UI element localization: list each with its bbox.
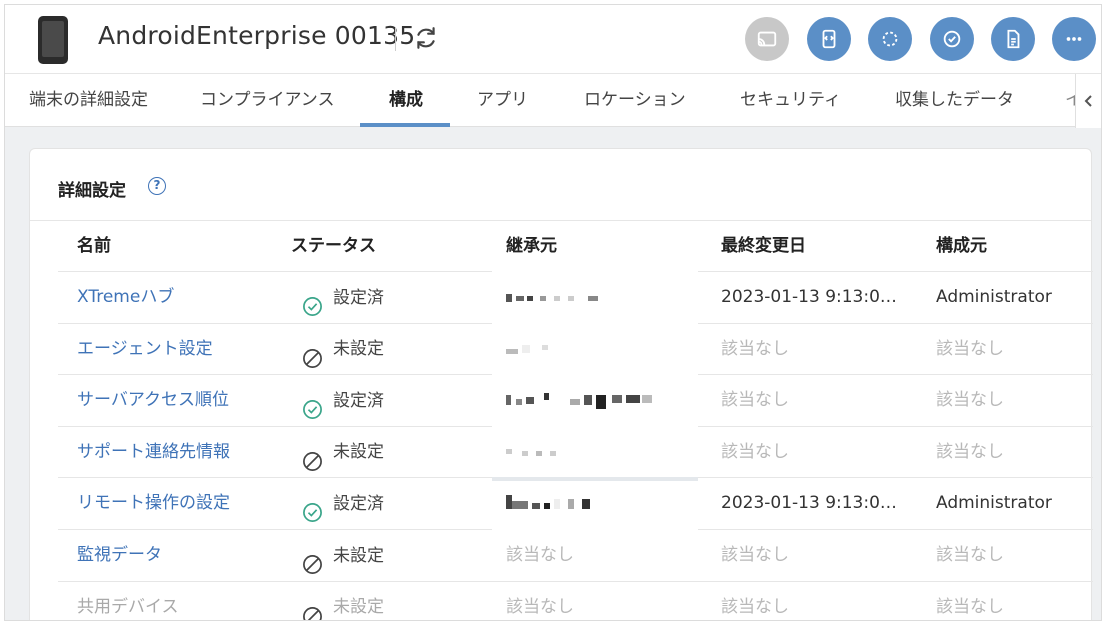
- status-label: 設定済: [333, 287, 384, 308]
- more-actions-button[interactable]: [1052, 17, 1096, 61]
- check-compliance-icon: [943, 30, 961, 48]
- device-header: AndroidEnterprise 00135: [5, 5, 1101, 73]
- prohibited-icon: [302, 545, 323, 574]
- modified-date: 2023-01-13 9:13:0…: [721, 287, 897, 307]
- modified-date: 該当なし: [721, 338, 789, 359]
- setting-name-link[interactable]: リモート操作の設定: [77, 478, 230, 529]
- modified-date: 該当なし: [721, 596, 789, 617]
- status-label: 未設定: [333, 597, 384, 618]
- cast-button[interactable]: [745, 17, 789, 61]
- inherit-value: 該当なし: [506, 596, 574, 617]
- status-label: 未設定: [333, 339, 384, 360]
- column-header-status[interactable]: ステータス: [291, 231, 376, 256]
- remote-control-icon: [822, 29, 836, 49]
- column-header-modified[interactable]: 最終変更日: [721, 231, 806, 256]
- card-title: 詳細設定: [58, 181, 126, 201]
- status-label: 未設定: [333, 442, 384, 463]
- tab-location[interactable]: ロケーション: [584, 74, 686, 128]
- tab-collected-data[interactable]: 収集したデータ: [895, 74, 1014, 128]
- status-cell: 設定済: [302, 375, 384, 426]
- setting-name-link[interactable]: 監視データ: [77, 530, 162, 581]
- refresh-icon[interactable]: [413, 25, 439, 51]
- check-circle-icon: [302, 390, 323, 420]
- tab-configuration[interactable]: 構成: [389, 74, 423, 128]
- prohibited-icon: [302, 339, 323, 368]
- app-frame: AndroidEnterprise 00135 端末の詳細設定 コンプライアンス…: [4, 4, 1102, 621]
- status-cell: 設定済: [302, 478, 384, 529]
- config-origin: 該当なし: [936, 596, 1004, 617]
- help-icon[interactable]: ?: [148, 177, 166, 195]
- device-name: AndroidEnterprise 00135: [98, 21, 416, 50]
- status-cell: 未設定: [302, 427, 384, 478]
- status-cell: 設定済: [302, 272, 384, 323]
- column-header-origin[interactable]: 構成元: [936, 231, 987, 256]
- more-icon: [1066, 37, 1082, 41]
- sync-icon: [882, 31, 898, 47]
- column-header-inherit[interactable]: 継承元: [506, 231, 557, 256]
- setting-name-link[interactable]: エージェント設定: [77, 324, 213, 375]
- tab-device-details[interactable]: 端末の詳細設定: [29, 74, 148, 128]
- compliance-check-button[interactable]: [930, 17, 974, 61]
- table-row[interactable]: 共用デバイス 未設定 該当なし 該当なし 該当なし: [58, 580, 1093, 620]
- config-origin: Administrator: [936, 287, 1052, 307]
- advanced-settings-card: 詳細設定 ? 名前 ステータス 継承元 最終変更日 構成元 XTremeハブ設定…: [29, 148, 1093, 620]
- config-origin: Administrator: [936, 493, 1052, 514]
- check-circle-icon: [302, 287, 323, 316]
- setting-name-link[interactable]: XTremeハブ: [77, 272, 174, 323]
- tab-bar: 端末の詳細設定 コンプライアンス 構成 アプリ ロケーション セキュリティ 収集…: [5, 73, 1101, 128]
- smartphone-icon: [38, 16, 68, 64]
- divider: [395, 27, 396, 51]
- modified-date: 該当なし: [721, 545, 789, 565]
- setting-name-link[interactable]: サーバアクセス順位: [77, 375, 229, 426]
- inherit-value: 該当なし: [506, 545, 574, 565]
- status-cell: 未設定: [302, 530, 384, 581]
- modified-date: 2023-01-13 9:13:0…: [721, 493, 897, 514]
- modified-date: 該当なし: [721, 441, 789, 462]
- redacted-inherit-area: [492, 271, 698, 477]
- prohibited-icon: [302, 442, 323, 471]
- column-header-name[interactable]: 名前: [77, 231, 111, 256]
- sync-button[interactable]: [868, 17, 912, 61]
- report-button[interactable]: [991, 17, 1035, 61]
- check-circle-icon: [302, 493, 323, 523]
- config-origin: 該当なし: [936, 338, 1004, 359]
- setting-name-link[interactable]: サポート連絡先情報: [77, 427, 230, 478]
- document-icon: [1007, 29, 1020, 49]
- config-origin: 該当なし: [936, 545, 1004, 565]
- modified-date: 該当なし: [721, 390, 789, 411]
- chevron-left-icon: [1084, 95, 1092, 107]
- status-label: 設定済: [333, 390, 384, 411]
- table-row[interactable]: 監視データ 未設定 該当なし 該当なし 該当なし: [58, 529, 1093, 581]
- tab-security[interactable]: セキュリティ: [740, 74, 841, 128]
- status-label: 未設定: [333, 545, 384, 566]
- tab-compliance[interactable]: コンプライアンス: [200, 74, 334, 128]
- cast-icon: [757, 31, 777, 47]
- remote-control-button[interactable]: [807, 17, 851, 61]
- status-label: 設定済: [333, 493, 384, 514]
- tab-scroll-left-button[interactable]: [1075, 74, 1101, 128]
- prohibited-icon: [302, 597, 323, 620]
- status-cell: 未設定: [302, 324, 384, 375]
- status-cell: 未設定: [302, 582, 384, 620]
- tab-apps[interactable]: アプリ: [477, 74, 528, 128]
- redacted-inherit-area: [492, 481, 698, 531]
- config-origin: 該当なし: [936, 390, 1004, 411]
- config-origin: 該当なし: [936, 441, 1004, 462]
- divider: [30, 220, 1091, 221]
- setting-name-link[interactable]: 共用デバイス: [77, 582, 179, 620]
- active-tab-indicator: [360, 123, 450, 127]
